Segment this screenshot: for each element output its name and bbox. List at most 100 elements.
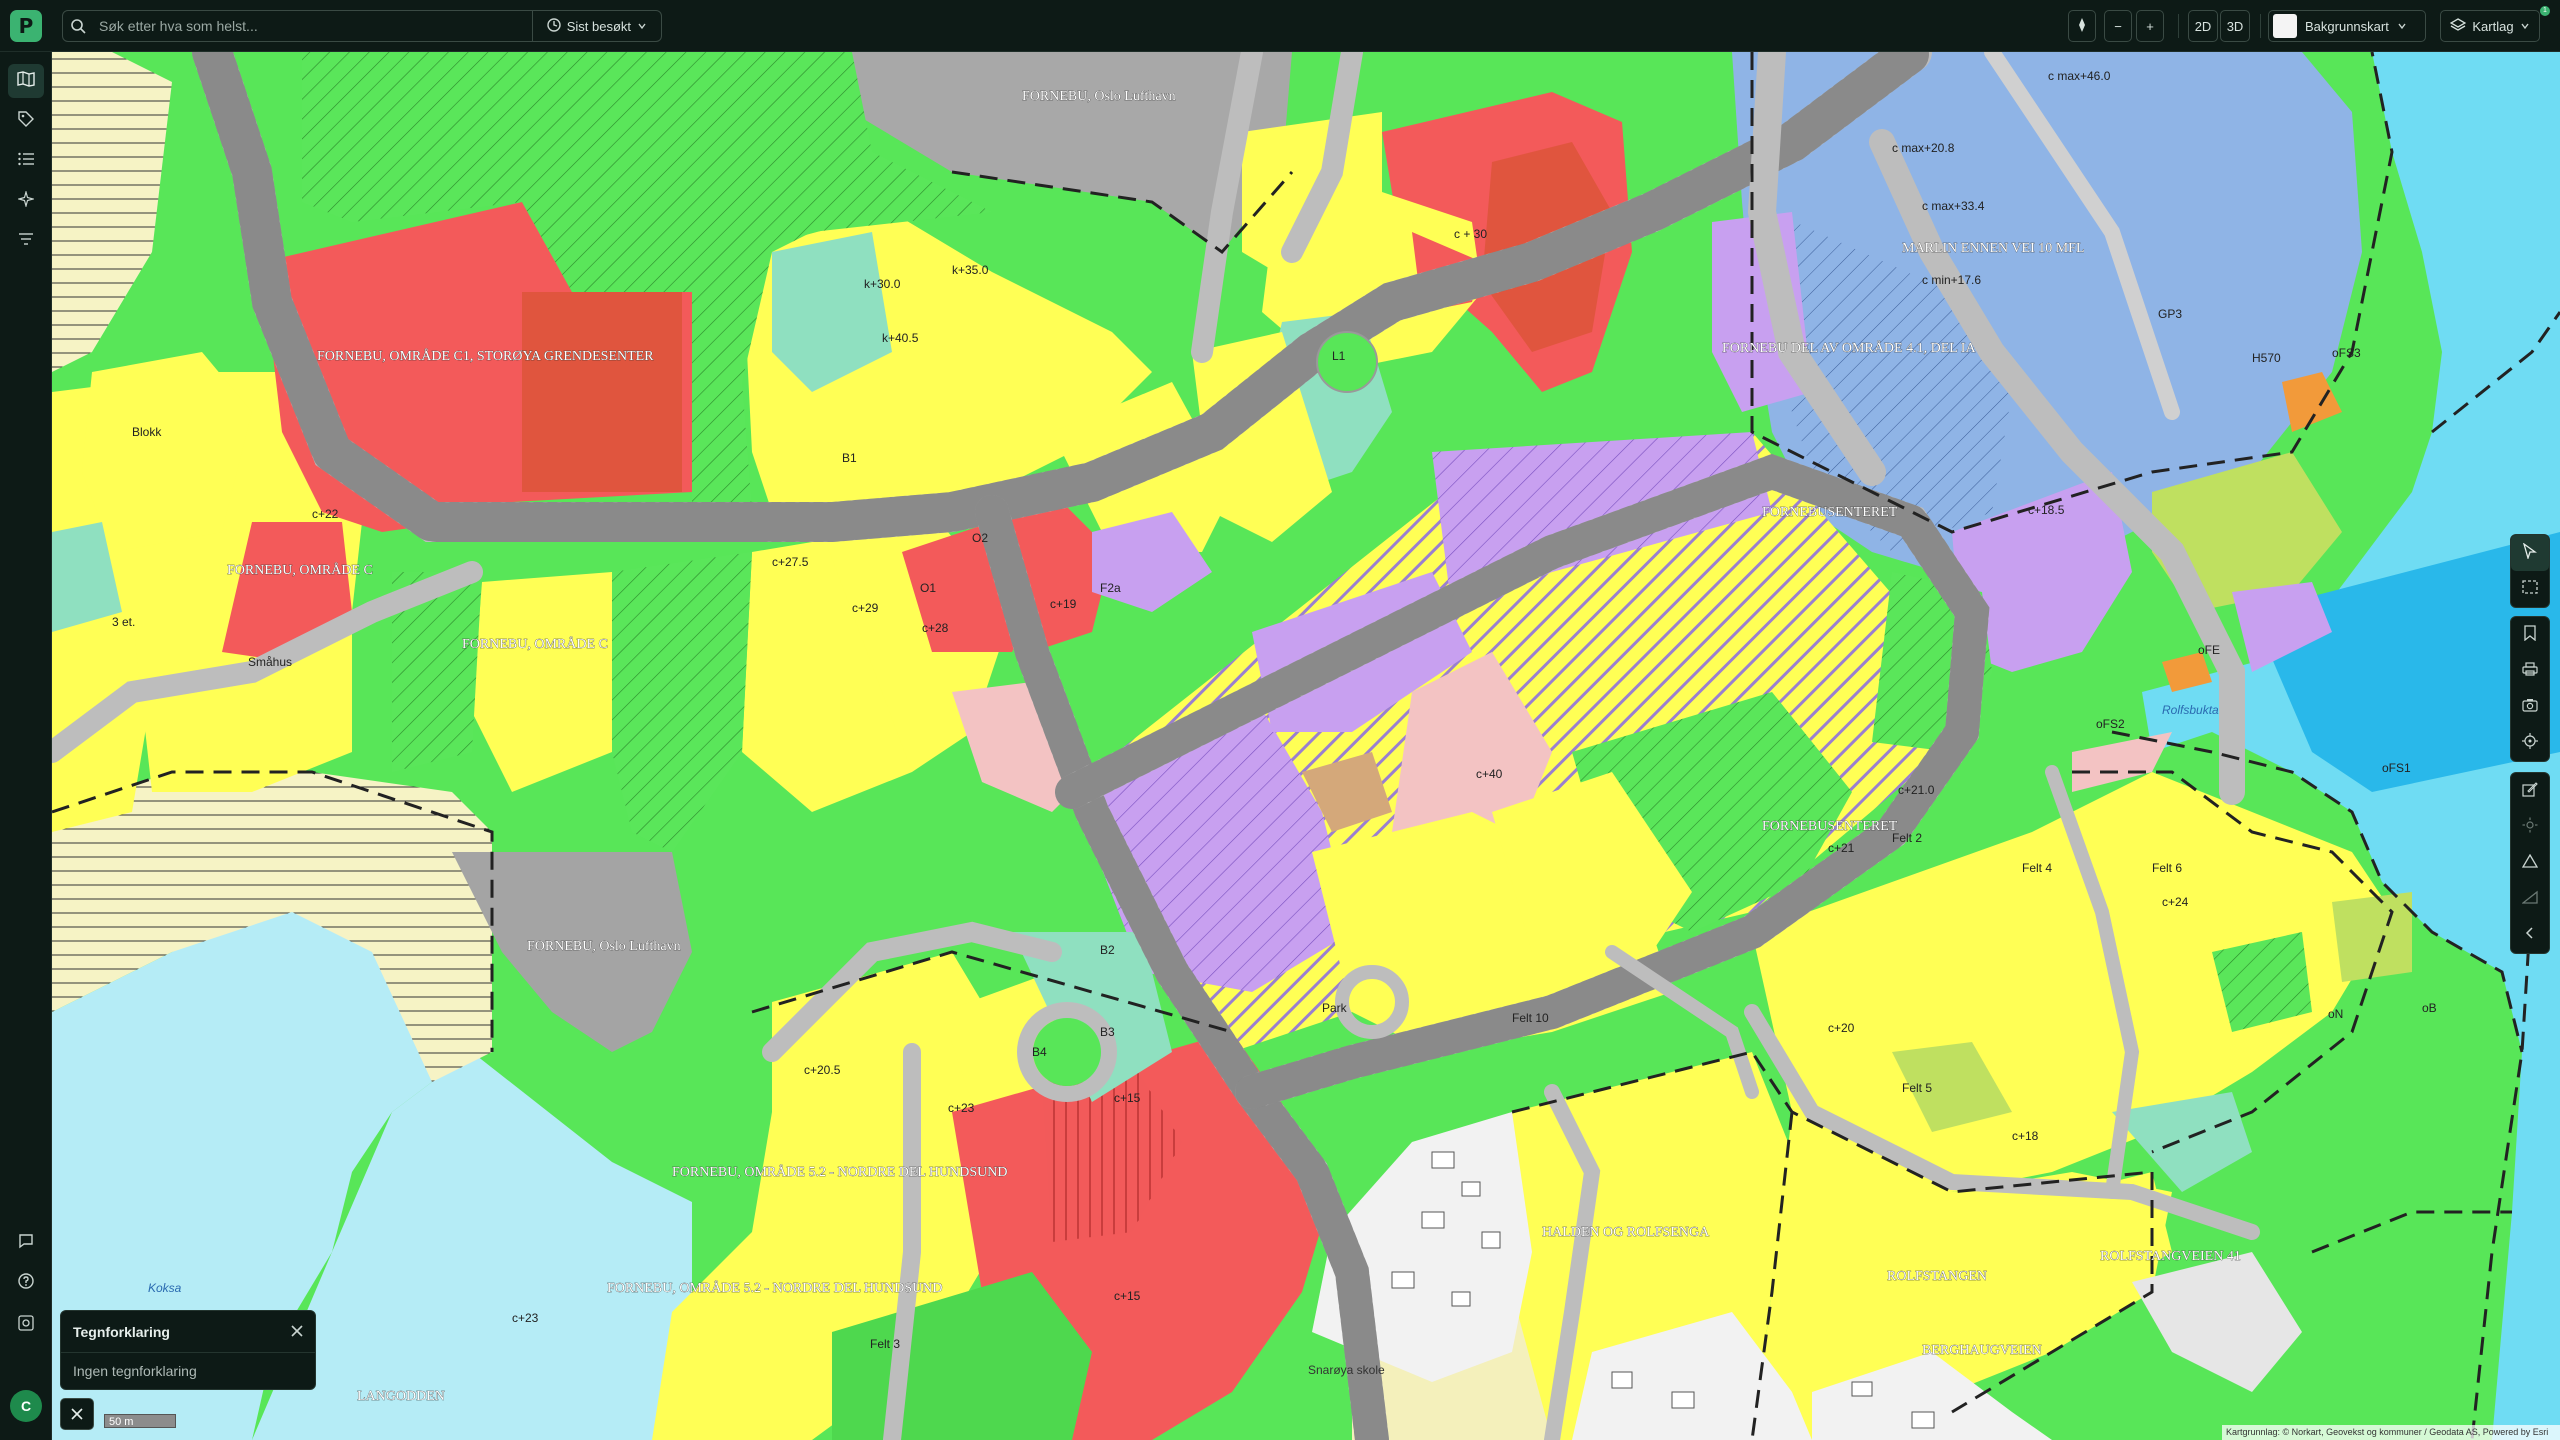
map-label: ROLFSTANGEN (1887, 1269, 1987, 1284)
chevron-down-icon (637, 19, 647, 34)
printer-icon (2522, 661, 2538, 681)
zone-label: F2a (1100, 581, 1121, 595)
height-label: c+40 (1476, 767, 1503, 781)
height-label: k+30.0 (864, 277, 901, 291)
close-icon (71, 1408, 83, 1420)
view-2d-button[interactable]: 2D (2188, 10, 2218, 42)
zone-code: oFE (2198, 643, 2220, 657)
sun-button[interactable] (2511, 809, 2549, 845)
sidebar-list-button[interactable] (8, 144, 44, 178)
legend-close-button[interactable] (291, 1324, 303, 1340)
zoning-map[interactable]: FORNEBU, Oslo Lufthavn FORNEBU, OMRÅDE C… (52, 52, 2560, 1440)
zone-label: B1 (842, 451, 857, 465)
zone-label: B4 (1032, 1045, 1047, 1059)
close-panel-button[interactable] (60, 1398, 94, 1430)
user-avatar[interactable]: C (10, 1390, 42, 1422)
chat-icon (18, 1233, 34, 1254)
map-icon (17, 70, 35, 92)
chevron-left-icon (2525, 926, 2535, 944)
slope-button[interactable] (2511, 881, 2549, 917)
screenshot-button[interactable] (2511, 689, 2549, 725)
sidebar-analysis-button[interactable] (8, 184, 44, 218)
search-icon (63, 18, 93, 34)
select-tool-button[interactable] (2511, 535, 2549, 571)
help-icon (18, 1272, 34, 1294)
edit-button[interactable] (2511, 773, 2549, 809)
zone-label: B3 (1100, 1025, 1115, 1039)
clock-icon (547, 17, 561, 35)
map-label: BERGHAUGVEIEN (1922, 1343, 2042, 1358)
sidebar-feedback-button[interactable] (8, 1226, 44, 1260)
layers-icon (2450, 17, 2467, 35)
height-label: c+20 (1828, 1021, 1855, 1035)
sun-icon (2522, 817, 2538, 838)
top-bar: P Sist besøkt − + 2D 3D (0, 0, 2560, 52)
bookmark-icon (2524, 624, 2536, 646)
layers-dropdown[interactable]: Kartlag (2440, 10, 2540, 42)
sidebar-map-button[interactable] (8, 64, 44, 98)
map-label: HALDEN OG ROLFSENGA (1542, 1225, 1710, 1240)
app-root: FORNEBU, Oslo Lufthavn FORNEBU, OMRÅDE C… (0, 0, 2560, 1440)
crosshair-icon (2522, 732, 2538, 754)
height-label: c max+46.0 (2048, 69, 2111, 83)
zoom-in-button[interactable]: + (2136, 10, 2164, 42)
height-label: k+40.5 (882, 331, 919, 345)
zone-label: B2 (1100, 943, 1115, 957)
triangle-ruler-icon (2521, 853, 2539, 873)
map-label: FORNEBU, OMRÅDE 5.2 - NORDRE DEL HUNDSUN… (672, 1164, 1008, 1180)
zone-code: GP3 (2158, 307, 2182, 321)
bookmark-button[interactable] (2511, 617, 2549, 653)
zone-label: L1 (1332, 349, 1346, 363)
compass-button[interactable] (2068, 10, 2096, 42)
sidebar-help-button[interactable] (8, 1266, 44, 1300)
field-label: Felt 2 (1892, 831, 1922, 845)
height-label: c+21 (1828, 841, 1855, 855)
left-sidebar: C (0, 52, 52, 1440)
height-label: c min+17.6 (1922, 273, 1981, 287)
area-select-button[interactable] (2511, 571, 2549, 607)
map-label: LANGODDEN (357, 1389, 445, 1404)
measure-button[interactable] (2511, 845, 2549, 881)
search-bar: Sist besøkt (62, 10, 662, 42)
notification-badge: 1 (2540, 6, 2550, 16)
zone-label: O1 (920, 581, 936, 595)
locate-button[interactable] (2511, 725, 2549, 761)
list-icon (18, 152, 34, 171)
basemap-label: Bakgrunnskart (2305, 18, 2389, 34)
recent-visited-label: Sist besøkt (566, 18, 631, 34)
height-label: c+27.5 (772, 555, 809, 569)
scale-bar: 50 m (104, 1414, 176, 1428)
collapse-tools-button[interactable] (2511, 917, 2549, 953)
map-canvas[interactable]: FORNEBU, Oslo Lufthavn FORNEBU, OMRÅDE C… (52, 52, 2560, 1440)
recent-visited-dropdown[interactable]: Sist besøkt (531, 11, 661, 41)
height-label: c+15 (1114, 1289, 1141, 1303)
filter-icon (18, 232, 34, 251)
map-action-tools (2510, 616, 2550, 762)
basemap-dropdown[interactable]: Bakgrunnskart (2268, 10, 2426, 42)
sidebar-tag-button[interactable] (8, 104, 44, 138)
zone-code: oB (2422, 1001, 2437, 1015)
sidebar-filter-button[interactable] (8, 224, 44, 258)
field-label: Felt 5 (1902, 1081, 1932, 1095)
map-label: FORNEBU, Oslo Lufthavn (527, 939, 681, 954)
settings-icon (17, 1314, 35, 1337)
zone-code: oN (2328, 1007, 2343, 1021)
water-label: Rolfsbukta (2162, 703, 2219, 717)
legend-header: Tegnforklaring (61, 1311, 315, 1353)
map-label: FORNEBUSENTERET (1762, 819, 1898, 834)
zone-code: H570 (2252, 351, 2281, 365)
height-label: c+18.5 (2028, 503, 2065, 517)
app-logo[interactable]: P (10, 10, 42, 42)
view-3d-button[interactable]: 3D (2220, 10, 2250, 42)
tag-icon (18, 110, 34, 132)
map-label: FORNEBU DEL AV OMRÅDE 4.1, DEL IA (1722, 340, 1976, 356)
zoom-out-button[interactable]: − (2104, 10, 2132, 42)
map-attribution: Kartgrunnlag: © Norkart, Geovekst og kom… (2222, 1425, 2560, 1440)
compass-icon (2076, 17, 2088, 36)
zone-label: Park (1322, 1001, 1348, 1015)
height-label: c+20.5 (804, 1063, 841, 1077)
search-input[interactable] (93, 11, 532, 41)
water-label: Koksa (148, 1281, 182, 1295)
sidebar-settings-button[interactable] (8, 1308, 44, 1342)
print-button[interactable] (2511, 653, 2549, 689)
